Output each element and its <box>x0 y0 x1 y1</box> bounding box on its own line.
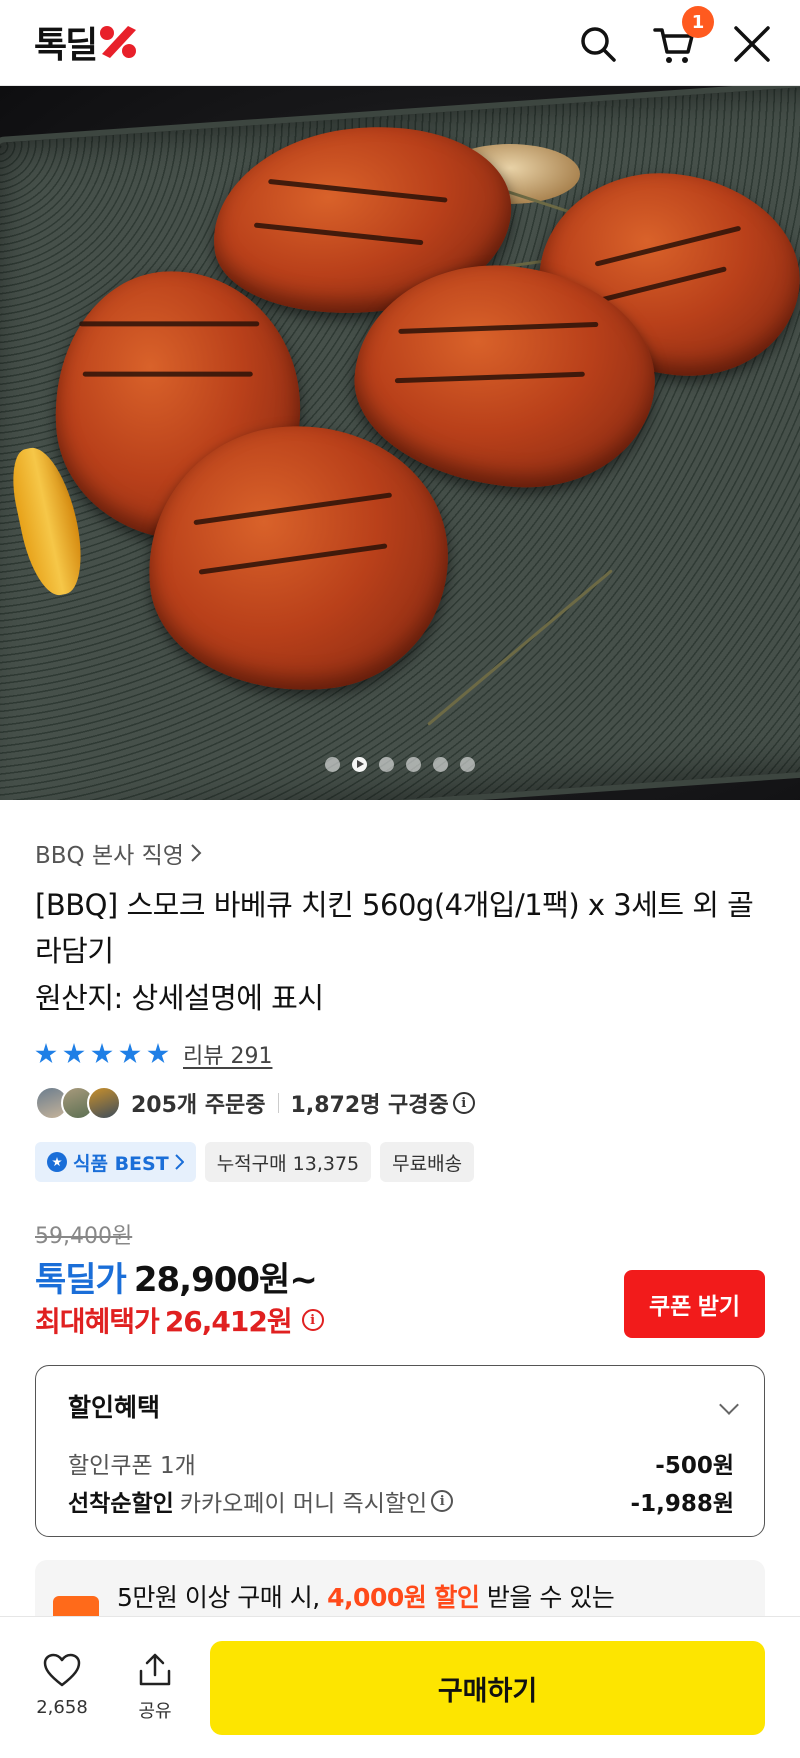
gallery-pagination <box>0 752 800 776</box>
product-title: [BBQ] 스모크 바베큐 치킨 560g(4개입/1팩) x 3세트 외 골라… <box>35 888 754 968</box>
cumulative-purchase-tag: 누적구매 13,375 <box>204 1142 372 1182</box>
social-proof-row: 205개 주문중 1,872명 구경중 i <box>35 1086 475 1120</box>
seller-name: BBQ 본사 직영 <box>35 843 184 869</box>
promo-prefix: 5만원 이상 구매 시, <box>117 1583 320 1612</box>
buyer-avatars <box>35 1086 121 1120</box>
gallery-dot[interactable] <box>379 756 394 772</box>
star-icon <box>147 1043 169 1064</box>
cart-count-badge: 1 <box>682 6 714 38</box>
info-icon[interactable]: i <box>301 1309 324 1331</box>
gallery-dot[interactable] <box>406 756 421 772</box>
buy-button[interactable]: 구매하기 <box>210 1641 765 1735</box>
discount-row-coupon: 할인쿠폰 1개 -500원 <box>68 1446 734 1480</box>
discount-row-first-come: 선착순할인 카카오페이 머니 즉시할인 i -1,988원 <box>68 1484 734 1518</box>
gallery-play-dot[interactable] <box>352 756 367 772</box>
heart-icon <box>43 1653 81 1687</box>
logo-text: 톡딜 <box>34 25 98 66</box>
star-icon <box>119 1043 141 1064</box>
top-header: 톡딜 1 <box>0 0 800 86</box>
discount-title: 할인혜택 <box>68 1393 161 1422</box>
info-icon[interactable]: i <box>431 1490 454 1512</box>
discount-row-value: -500원 <box>655 1453 734 1479</box>
chevron-down-icon[interactable] <box>719 1395 739 1415</box>
logo-percent-mark <box>100 26 137 58</box>
deal-price: 28,900원~ <box>133 1260 318 1300</box>
max-benefit-row: 최대혜택가 26,412원 i <box>35 1300 324 1340</box>
free-shipping-tag: 무료배송 <box>380 1142 475 1182</box>
share-button[interactable]: 공유 <box>115 1653 195 1723</box>
promo-highlight: 4,000원 할인 <box>327 1583 480 1612</box>
bottom-action-bar: 2,658 공유 구매하기 <box>0 1616 800 1758</box>
viewers-count: 1,872명 구경중 <box>290 1093 449 1118</box>
close-icon[interactable] <box>730 22 774 66</box>
like-count: 2,658 <box>36 1697 88 1718</box>
rating-row: 리뷰 291 <box>35 1038 272 1070</box>
divider <box>277 1093 279 1113</box>
chevron-right-icon <box>191 844 202 862</box>
seller-link[interactable]: BBQ 본사 직영 <box>35 836 202 870</box>
original-price: 59,400원 <box>35 1224 133 1249</box>
gallery-dot[interactable] <box>325 756 340 772</box>
promo-text: 5만원 이상 구매 시, 4,000원 할인 받을 수 있는 <box>117 1578 615 1614</box>
info-icon[interactable]: i <box>452 1092 475 1114</box>
best-badge[interactable]: 식품 BEST <box>35 1142 196 1182</box>
best-badge-label: 식품 BEST <box>73 1152 169 1175</box>
discount-row-label: 카카오페이 머니 즉시할인 <box>179 1491 428 1517</box>
product-tags: 식품 BEST 누적구매 13,375 무료배송 <box>35 1142 475 1182</box>
product-image-gallery[interactable] <box>0 86 800 800</box>
star-icon <box>91 1043 113 1064</box>
product-origin: 원산지: 상세설명에 표시 <box>35 981 324 1015</box>
discount-row-label-bold: 선착순할인 <box>68 1491 174 1517</box>
star-icon <box>63 1043 85 1064</box>
review-count-link[interactable]: 리뷰 291 <box>183 1038 272 1070</box>
chevron-right-icon <box>174 1154 184 1170</box>
like-button[interactable]: 2,658 <box>22 1653 102 1718</box>
get-coupon-button[interactable]: 쿠폰 받기 <box>624 1270 765 1338</box>
orders-count: 205개 주문중 <box>131 1093 266 1118</box>
discount-benefits-panel[interactable]: 할인혜택 할인쿠폰 1개 -500원 선착순할인 카카오페이 머니 즉시할인 i… <box>35 1365 765 1537</box>
share-icon <box>139 1653 171 1686</box>
deal-price-label: 톡딜가 <box>35 1260 127 1300</box>
discount-row-label: 할인쿠폰 1개 <box>68 1453 196 1479</box>
discount-row-value: -1,988원 <box>630 1491 734 1517</box>
logo[interactable]: 톡딜 <box>34 20 140 66</box>
avatar <box>87 1086 121 1120</box>
gallery-dot[interactable] <box>460 756 475 772</box>
gallery-dot[interactable] <box>433 756 448 772</box>
max-benefit-label: 최대혜택가 <box>35 1305 160 1338</box>
star-icon <box>35 1043 57 1064</box>
star-badge-icon <box>47 1152 67 1172</box>
share-label: 공유 <box>138 1701 172 1722</box>
promo-suffix: 받을 수 있는 <box>486 1583 615 1612</box>
max-benefit-price: 26,412원 <box>164 1305 293 1338</box>
search-icon[interactable] <box>576 22 620 66</box>
deal-price-row: 톡딜가 28,900원~ <box>35 1252 318 1301</box>
